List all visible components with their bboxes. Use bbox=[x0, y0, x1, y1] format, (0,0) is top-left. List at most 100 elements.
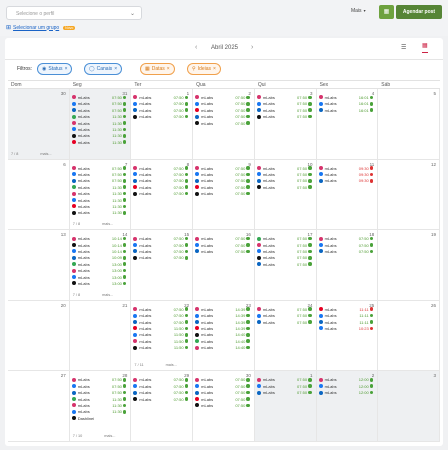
scheduled-post[interactable]: mLabs 07:50 bbox=[256, 262, 312, 268]
more-posts-link[interactable]: mais... bbox=[104, 434, 115, 438]
scheduled-post[interactable]: mLabs 07:50 bbox=[256, 320, 312, 326]
scheduled-post[interactable]: mLabs 11:50 bbox=[133, 339, 189, 345]
scheduled-post[interactable]: mLabs 11:50 bbox=[133, 326, 189, 332]
scheduled-post[interactable]: mLabs 07:50 bbox=[256, 377, 312, 383]
scheduled-post[interactable]: mLabs 07:50 bbox=[71, 166, 127, 172]
scheduled-post[interactable]: mLabs 11:30 bbox=[71, 191, 127, 197]
scheduled-post[interactable]: mLabs 07:50 bbox=[256, 178, 312, 184]
scheduled-post[interactable]: mLabs 14:39 bbox=[195, 326, 250, 332]
scheduled-post[interactable]: mLabs 07:50 bbox=[195, 172, 250, 178]
scheduled-post[interactable]: mLabs 07:50 bbox=[133, 185, 189, 191]
scheduled-post[interactable]: mLabs 07:50 bbox=[256, 101, 312, 107]
calendar-view-button[interactable]: ▦ bbox=[379, 5, 394, 19]
scheduled-post[interactable]: mLabs 07:50 bbox=[195, 166, 250, 172]
scheduled-post[interactable]: mLabs 07:50 bbox=[318, 249, 374, 255]
day-cell[interactable]: 18 mLabs 07:50 mLabs 07:50 mLabs 07:50 bbox=[316, 230, 379, 301]
filter-channels-chip[interactable]: ◯ Canais × bbox=[84, 63, 123, 75]
profile-select[interactable]: Selecione o perfil ⌄ bbox=[6, 6, 142, 20]
scheduled-post[interactable]: mLabs 07:50 bbox=[133, 384, 189, 390]
scheduled-post[interactable]: mLabs 10:14 bbox=[71, 249, 127, 255]
scheduled-post[interactable]: mLabs 10:14 bbox=[71, 236, 127, 242]
scheduled-post[interactable]: mLabs 07:50 bbox=[133, 101, 189, 107]
day-cell[interactable]: 29 mLabs 07:50 mLabs 07:50 mLabs 07:50 mLabs 07:… bbox=[131, 371, 194, 442]
scheduled-post[interactable]: mLabs 07:50 bbox=[71, 384, 127, 390]
scheduled-post[interactable]: mLabs 07:50 bbox=[133, 249, 189, 255]
scheduled-post[interactable]: mLabs 07:50 bbox=[71, 108, 127, 114]
scheduled-post[interactable]: mLabs 07:50 bbox=[195, 236, 250, 242]
day-cell[interactable]: 1 mLabs 07:50 mLabs 07:50 mLabs 07:50 mLabs 07:5… bbox=[131, 89, 194, 160]
scheduled-post[interactable]: mLabs 07:50 bbox=[133, 390, 189, 396]
more-menu[interactable]: Mais ▾ bbox=[351, 8, 366, 14]
scheduled-post[interactable]: mLabs 07:50 bbox=[133, 377, 189, 383]
scheduled-post[interactable]: mLabs 07:50 bbox=[71, 172, 127, 178]
day-cell[interactable]: 15 mLabs 07:50 mLabs 07:50 mLabs 07:50 mLabs 07:… bbox=[131, 230, 194, 301]
scheduled-post[interactable]: mLabs 11:30 bbox=[71, 127, 127, 133]
scheduled-post[interactable]: mLabs 11:30 bbox=[71, 133, 127, 139]
scheduled-post[interactable]: mLabs 10:14 bbox=[71, 243, 127, 249]
filter-dates-chip[interactable]: ▦ Datas × bbox=[140, 63, 175, 75]
day-cell[interactable]: 14 mLabs 10:14 mLabs 10:14 mLabs 10:14 mLabs 10:… bbox=[69, 230, 132, 301]
scheduled-post[interactable]: mLabs 11:30 bbox=[71, 121, 127, 127]
day-cell[interactable]: 13 bbox=[8, 230, 70, 301]
scheduled-post[interactable]: mLabs 07:50 bbox=[256, 108, 312, 114]
scheduled-post[interactable]: mLabs 07:50 bbox=[133, 166, 189, 172]
scheduled-post[interactable]: mLabs 12:00 bbox=[318, 390, 374, 396]
scheduled-post[interactable]: mLabs 07:50 bbox=[256, 243, 312, 249]
scheduled-post[interactable]: mLabs 07:50 bbox=[133, 108, 189, 114]
scheduled-post[interactable]: mLabs 11:30 bbox=[71, 409, 127, 415]
next-month-button[interactable]: › bbox=[251, 44, 253, 51]
scheduled-post[interactable]: mLabs 14:39 bbox=[195, 313, 250, 319]
day-cell[interactable]: 7 mLabs 07:50 mLabs 07:50 mLabs 07:50 mLabs 11:3… bbox=[69, 159, 132, 231]
scheduled-post[interactable]: mLabs 13:00 bbox=[71, 268, 127, 274]
scheduled-post[interactable]: mLabs 07:50 bbox=[71, 95, 127, 101]
scheduled-post[interactable]: mLabs 11:30 bbox=[71, 210, 127, 216]
scheduled-post[interactable]: Dashlinei bbox=[71, 416, 127, 422]
scheduled-post[interactable]: mLabs 07:50 bbox=[195, 397, 250, 403]
scheduled-post[interactable]: mLabs 11:30 bbox=[71, 204, 127, 210]
day-cell[interactable]: 23 mLabs 14:39 mLabs 14:39 mLabs 14:39 mLabs 14:… bbox=[193, 300, 255, 372]
scheduled-post[interactable]: mLabs 07:50 bbox=[133, 313, 189, 319]
scheduled-post[interactable]: mLabs 07:50 bbox=[195, 121, 250, 127]
scheduled-post[interactable]: mLabs 10:09 bbox=[71, 255, 127, 261]
scheduled-post[interactable]: mLabs 11:30 bbox=[71, 185, 127, 191]
schedule-post-button[interactable]: Agendar post bbox=[396, 5, 442, 19]
scheduled-post[interactable]: mLabs 09:30 bbox=[318, 172, 374, 178]
close-icon[interactable]: × bbox=[65, 64, 68, 75]
close-icon[interactable]: × bbox=[167, 64, 170, 75]
scheduled-post[interactable]: mLabs 07:50 bbox=[195, 108, 250, 114]
more-posts-link[interactable]: mais... bbox=[40, 152, 51, 156]
day-cell[interactable]: 1 mLabs 07:50 mLabs 07:50 mLabs 07:50 bbox=[254, 371, 317, 442]
calendar-view-icon[interactable]: ▦ bbox=[422, 42, 428, 53]
scheduled-post[interactable]: mLabs 07:50 bbox=[133, 95, 189, 101]
scheduled-post[interactable]: mLabs 13:00 bbox=[71, 275, 127, 281]
select-group-link[interactable]: ⊞ Selecionar um grupo Novo bbox=[6, 24, 76, 31]
day-cell[interactable]: 10 mLabs 07:50 mLabs 07:50 mLabs 07:50 mLabs 07:… bbox=[254, 159, 317, 231]
day-cell[interactable]: 27 bbox=[8, 371, 70, 442]
scheduled-post[interactable]: mLabs 07:50 bbox=[195, 377, 250, 383]
scheduled-post[interactable]: mLabs 07:50 bbox=[133, 191, 189, 197]
day-cell[interactable]: 9 mLabs 07:50 mLabs 07:50 mLabs 07:50 mLabs 07:5… bbox=[193, 159, 255, 231]
scheduled-post[interactable]: mLabs 14:40 bbox=[195, 332, 250, 338]
scheduled-post[interactable]: mLabs 14:40 bbox=[195, 339, 250, 345]
scheduled-post[interactable]: mLabs 07:50 bbox=[71, 377, 127, 383]
scheduled-post[interactable]: mLabs 07:50 bbox=[195, 243, 250, 249]
scheduled-post[interactable]: mLabs 11:11 bbox=[318, 320, 374, 326]
day-cell[interactable]: 8 mLabs 07:50 mLabs 07:50 mLabs 07:50 mLabs 07:5… bbox=[131, 159, 194, 231]
scheduled-post[interactable]: mLabs 07:50 bbox=[318, 236, 374, 242]
scheduled-post[interactable]: mLabs 07:50 bbox=[256, 114, 312, 120]
scheduled-post[interactable]: mLabs 07:50 bbox=[256, 313, 312, 319]
day-cell[interactable]: 5 bbox=[378, 89, 440, 160]
scheduled-post[interactable]: mLabs 11:50 bbox=[133, 345, 189, 351]
day-cell[interactable]: 17 mLabs 07:50 mLabs 07:50 mLabs 07:50 mLabs 07:… bbox=[254, 230, 317, 301]
scheduled-post[interactable]: mLabs 11:11 bbox=[318, 313, 374, 319]
day-cell[interactable]: 3 bbox=[378, 371, 440, 442]
scheduled-post[interactable]: mLabs 11:11 bbox=[318, 307, 374, 313]
scheduled-post[interactable]: mLabs 07:50 bbox=[133, 178, 189, 184]
day-cell[interactable]: 31 mLabs 07:50 mLabs 07:50 mLabs 07:50 mLabs 11:… bbox=[69, 89, 132, 160]
scheduled-post[interactable]: mLabs 07:50 bbox=[133, 114, 189, 120]
scheduled-post[interactable]: mLabs 07:50 bbox=[133, 397, 189, 403]
close-icon[interactable]: × bbox=[213, 64, 216, 75]
filter-status-chip[interactable]: ◉ Status × bbox=[37, 63, 73, 75]
scheduled-post[interactable]: mLabs 07:50 bbox=[71, 101, 127, 107]
day-cell[interactable]: 4 mLabs 16:01 mLabs 16:01 mLabs 16:01 bbox=[316, 89, 379, 160]
